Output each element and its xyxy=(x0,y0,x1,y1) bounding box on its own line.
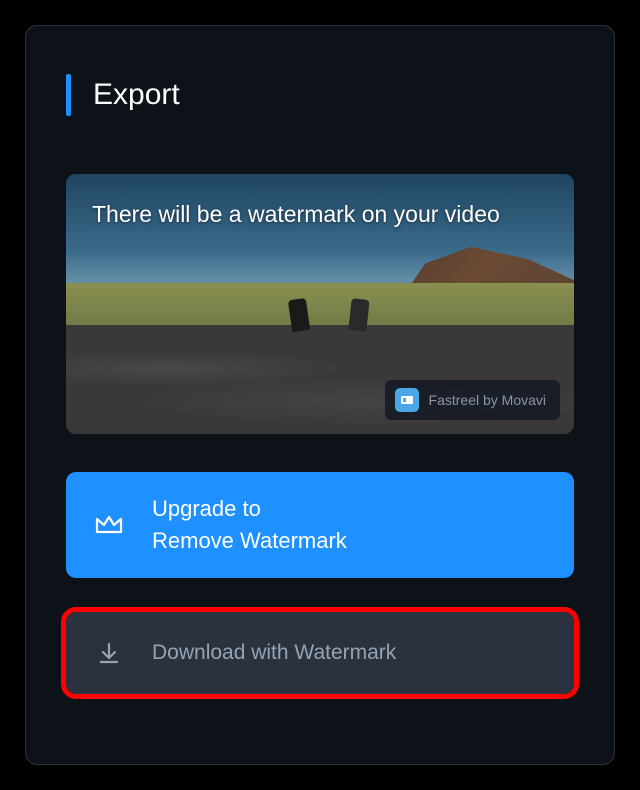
header-accent-bar xyxy=(66,74,71,116)
download-button-label: Download with Watermark xyxy=(152,638,396,668)
upgrade-button-label: Upgrade to Remove Watermark xyxy=(152,493,347,557)
page-title: Export xyxy=(93,78,180,112)
video-preview: There will be a watermark on your video … xyxy=(66,174,574,434)
crown-icon xyxy=(94,510,124,540)
panel-header: Export xyxy=(66,74,574,116)
upgrade-button[interactable]: Upgrade to Remove Watermark xyxy=(66,472,574,578)
watermark-badge-label: Fastreel by Movavi xyxy=(429,392,546,408)
export-panel: Export There will be a watermark on your… xyxy=(25,25,615,765)
fastreel-logo-icon xyxy=(395,388,419,412)
preview-scene-figure xyxy=(287,298,309,332)
watermark-warning-text: There will be a watermark on your video xyxy=(92,198,500,230)
watermark-badge: Fastreel by Movavi xyxy=(385,380,560,420)
download-icon xyxy=(94,638,124,668)
preview-scene-grass xyxy=(66,283,574,330)
download-with-watermark-button[interactable]: Download with Watermark xyxy=(66,612,574,694)
